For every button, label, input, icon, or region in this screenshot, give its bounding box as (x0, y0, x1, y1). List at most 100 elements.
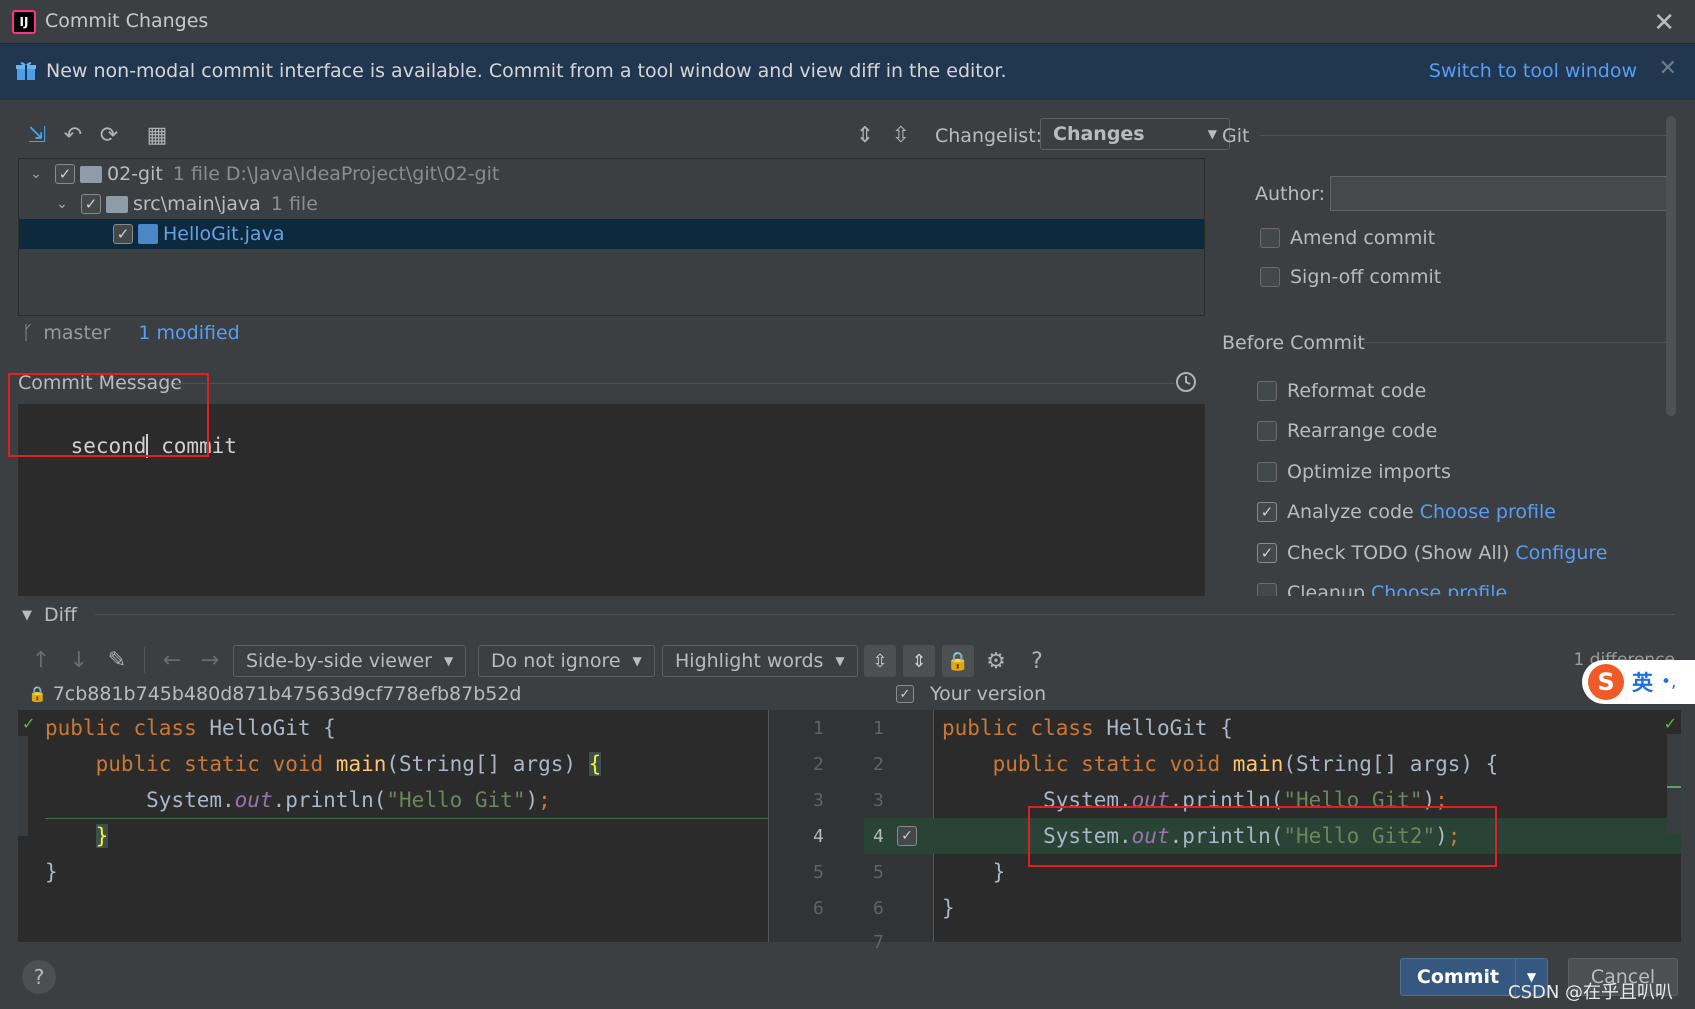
tree-item-label: HelloGit.java (163, 223, 285, 245)
left-line-number: 6 (813, 898, 824, 919)
viewer-dropdown[interactable]: Side-by-side viewer ▼ (233, 645, 467, 677)
analyze-code-checkbox[interactable]: ✓ (1257, 502, 1277, 522)
settings-gear-icon[interactable]: ⚙ (981, 646, 1011, 676)
option-label: Optimize imports (1287, 461, 1451, 483)
left-revision-header: 🔒 7cb881b745b480d871b47563d9cf778efb87b5… (28, 683, 522, 705)
lock-icon[interactable]: 🔒 (942, 645, 974, 677)
help-button[interactable]: ? (22, 960, 56, 994)
tree-row-src-main-java[interactable]: ⌄ ✓ src\main\java 1 file (19, 189, 1204, 219)
amend-commit-checkbox[interactable] (1260, 228, 1280, 248)
close-window-icon[interactable]: ✕ (1653, 8, 1675, 38)
refresh-icon[interactable]: ⟳ (94, 120, 124, 150)
ignore-dropdown[interactable]: Do not ignore ▼ (478, 645, 655, 677)
signoff-commit-option[interactable]: Sign-off commit (1260, 266, 1441, 288)
option-cleanup[interactable]: Cleanup Choose profile (1257, 582, 1507, 596)
move-to-changelist-icon[interactable]: ⇲ (22, 120, 52, 150)
left-line-number: 4 (813, 826, 824, 847)
left-line-number: 2 (813, 754, 824, 775)
previous-difference-icon[interactable]: ↑ (26, 645, 56, 675)
left-code-pane[interactable]: ✓ public class HelloGit { public static … (18, 710, 768, 942)
diff-toolbar: ↑ ↓ ✎ ← → (26, 645, 225, 675)
no-errors-check-icon: ✓ (22, 714, 36, 733)
close-banner-icon[interactable]: ✕ (1659, 56, 1677, 81)
option-rearrange-code[interactable]: Rearrange code (1257, 420, 1437, 442)
csdn-watermark: CSDN @在乎且叭叭 (1508, 982, 1674, 1003)
tree-row-02-git[interactable]: ⌄ ✓ 02-git 1 file D:\Java\IdeaProject\gi… (19, 159, 1204, 189)
next-difference-icon[interactable]: ↓ (64, 645, 94, 675)
edit-source-icon[interactable]: ✎ (102, 645, 132, 675)
changes-toolbar: ⇲ ↶ ⟳ ▦ (22, 120, 172, 150)
right-pane-scrollbar[interactable] (1667, 734, 1681, 834)
collapse-unchanged-icon[interactable]: ⇳ (864, 645, 896, 677)
commit-button-label: Commit (1416, 966, 1500, 988)
switch-to-tool-window-link[interactable]: Switch to tool window (1429, 60, 1637, 82)
rearrange-code-checkbox[interactable] (1257, 421, 1277, 441)
highlight-dropdown[interactable]: Highlight words ▼ (662, 645, 858, 677)
back-arrow-icon[interactable]: ← (157, 645, 187, 675)
option-reformat-code[interactable]: Reformat code (1257, 380, 1426, 402)
code-line: public static void main(String[] args) { (992, 752, 1499, 776)
ime-badge[interactable]: S 英 •, (1582, 660, 1695, 704)
include-all-checkbox[interactable]: ✓ (896, 685, 914, 703)
configure-link[interactable]: Configure (1515, 542, 1607, 564)
option-analyze-code[interactable]: ✓ Analyze code Choose profile (1257, 501, 1556, 523)
banner-message: New non-modal commit interface is availa… (46, 60, 1007, 82)
amend-commit-option[interactable]: Amend commit (1260, 227, 1435, 249)
optimize-imports-checkbox[interactable] (1257, 462, 1277, 482)
highlight-box (8, 373, 209, 457)
changelist-dropdown[interactable]: Changes ▼ (1040, 118, 1230, 150)
group-by-icon[interactable]: ▦ (142, 120, 172, 150)
chevron-down-icon: ▼ (632, 654, 642, 668)
right-revision-header: ✓ Your version (896, 683, 1046, 705)
ime-language: 英 (1632, 671, 1653, 695)
signoff-commit-checkbox[interactable] (1260, 267, 1280, 287)
checkbox-src-main-java[interactable]: ✓ (81, 194, 101, 214)
amend-commit-label: Amend commit (1290, 227, 1436, 249)
choose-profile-link[interactable]: Choose profile (1420, 501, 1556, 523)
checkbox-02-git[interactable]: ✓ (55, 164, 75, 184)
left-line-number: 5 (813, 862, 824, 883)
reformat-code-checkbox[interactable] (1257, 381, 1277, 401)
check-todo-checkbox[interactable]: ✓ (1257, 543, 1277, 563)
collapse-all-icon[interactable]: ⇳ (886, 120, 916, 150)
option-label: Check TODO (Show All) (1287, 542, 1510, 564)
rollback-icon[interactable]: ↶ (58, 120, 88, 150)
help-icon[interactable]: ? (1022, 646, 1052, 676)
chevron-down-icon: ▼ (444, 654, 454, 668)
changes-tree: ⌄ ✓ 02-git 1 file D:\Java\IdeaProject\gi… (18, 158, 1205, 316)
author-input[interactable] (1330, 176, 1672, 211)
right-panel-scrollbar[interactable] (1666, 116, 1676, 416)
separator (95, 614, 1675, 615)
tree-row-hellogit-java[interactable]: ✓ HelloGit.java (19, 219, 1204, 249)
code-line: } (942, 896, 955, 920)
option-check-todo[interactable]: ✓ Check TODO (Show All) Configure (1257, 542, 1607, 564)
changelist-label: Changelist: (935, 125, 1043, 147)
chevron-down-icon[interactable]: ⌄ (53, 196, 71, 212)
checkbox-hellogit-java[interactable]: ✓ (113, 224, 133, 244)
history-clock-icon[interactable] (1174, 370, 1198, 394)
no-errors-check-icon: ✓ (1663, 714, 1677, 733)
tree-item-meta: 1 file D:\Java\IdeaProject\git\02-git (172, 163, 500, 185)
include-change-checkbox[interactable]: ✓ (897, 826, 917, 846)
cleanup-choose-profile-link[interactable]: Choose profile (1371, 582, 1507, 596)
code-line: System.out.println("Hello Git"); (45, 788, 551, 812)
cleanup-checkbox[interactable] (1257, 583, 1277, 596)
right-line-number: 1 (873, 718, 884, 739)
sync-scroll-icon[interactable]: ⇕ (903, 645, 935, 677)
author-label: Author: (1255, 183, 1326, 205)
before-commit-title: Before Commit (1222, 332, 1365, 354)
chevron-down-icon: ▼ (1207, 127, 1217, 141)
chevron-down-icon[interactable]: ⌄ (27, 166, 45, 182)
code-line: public static void main(String[] args) { (95, 752, 602, 776)
expand-all-icon[interactable]: ⇕ (850, 120, 880, 150)
option-optimize-imports[interactable]: Optimize imports (1257, 461, 1451, 483)
collapse-triangle-icon[interactable]: ▼ (22, 608, 32, 623)
modified-count-link[interactable]: 1 modified (138, 322, 239, 344)
chevron-down-icon: ▼ (835, 654, 845, 668)
forward-arrow-icon[interactable]: → (195, 645, 225, 675)
tree-item-label: 02-git (107, 163, 163, 185)
right-line-number: 5 (873, 862, 884, 883)
diff-section-header[interactable]: ▼ Diff (22, 604, 77, 626)
ime-punctuation: •, (1661, 672, 1677, 692)
highlight-box (1028, 806, 1497, 867)
